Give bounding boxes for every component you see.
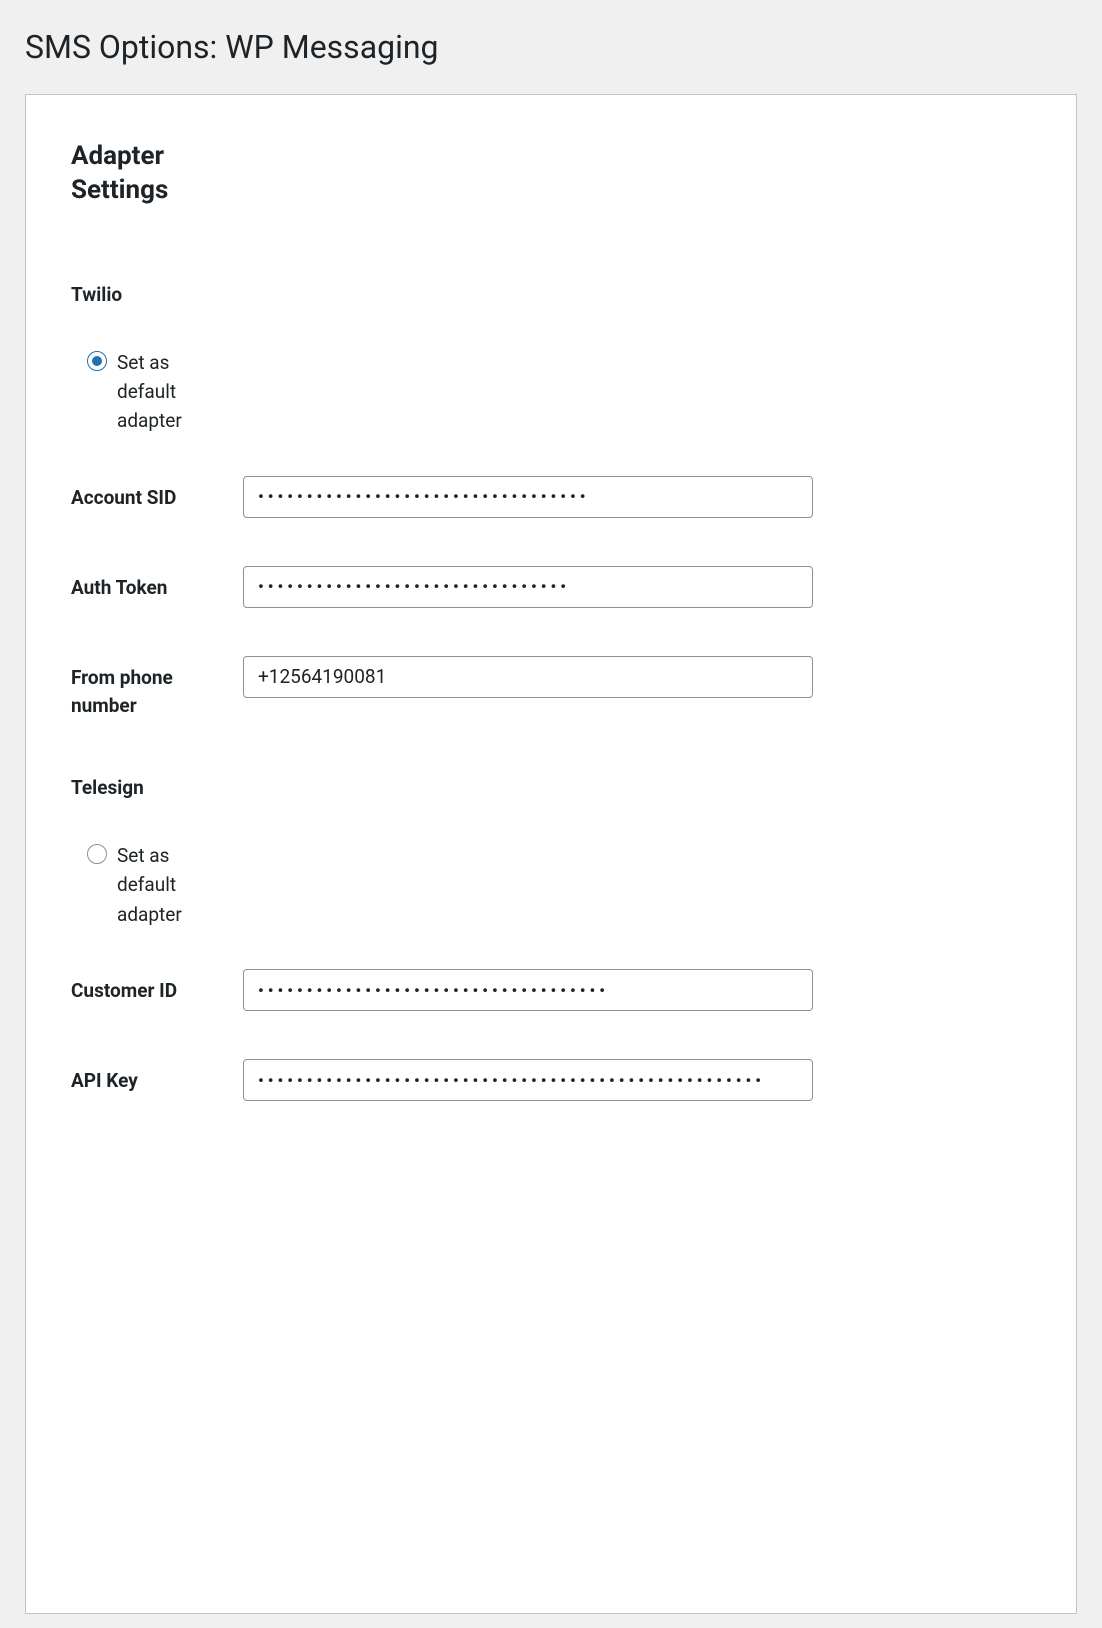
telesign-default-label[interactable]: Set as default adapter	[117, 841, 227, 929]
twilio-from-phone-wrap	[243, 656, 813, 698]
adapter-twilio: Twilio Set as default adapter Account SI…	[71, 283, 1031, 721]
twilio-from-phone-label: From phone number	[71, 656, 243, 721]
twilio-account-sid-wrap	[243, 476, 813, 518]
twilio-auth-token-row: Auth Token	[71, 566, 1031, 608]
twilio-auth-token-wrap	[243, 566, 813, 608]
page-title: SMS Options: WP Messaging	[25, 20, 1077, 66]
telesign-customer-id-row: Customer ID	[71, 969, 1031, 1011]
telesign-customer-id-wrap	[243, 969, 813, 1011]
adapter-telesign: Telesign Set as default adapter Customer…	[71, 776, 1031, 1101]
telesign-api-key-input[interactable]	[243, 1059, 813, 1101]
telesign-customer-id-input[interactable]	[243, 969, 813, 1011]
telesign-default-row: Set as default adapter	[87, 841, 227, 929]
telesign-default-radio[interactable]	[87, 844, 107, 864]
twilio-account-sid-row: Account SID	[71, 476, 1031, 518]
twilio-account-sid-label: Account SID	[71, 476, 243, 513]
twilio-default-row: Set as default adapter	[87, 348, 227, 436]
telesign-api-key-row: API Key	[71, 1059, 1031, 1101]
adapter-twilio-name: Twilio	[71, 283, 1031, 306]
twilio-from-phone-input[interactable]	[243, 656, 813, 698]
telesign-api-key-label: API Key	[71, 1059, 243, 1096]
twilio-account-sid-input[interactable]	[243, 476, 813, 518]
adapter-telesign-name: Telesign	[71, 776, 1031, 799]
page-wrapper: SMS Options: WP Messaging Adapter Settin…	[0, 0, 1102, 1614]
settings-panel: Adapter Settings Twilio Set as default a…	[25, 94, 1077, 1614]
telesign-customer-id-label: Customer ID	[71, 969, 243, 1006]
twilio-from-phone-row: From phone number	[71, 656, 1031, 721]
telesign-api-key-wrap	[243, 1059, 813, 1101]
twilio-default-radio[interactable]	[87, 351, 107, 371]
twilio-auth-token-label: Auth Token	[71, 566, 243, 603]
twilio-auth-token-input[interactable]	[243, 566, 813, 608]
twilio-default-label[interactable]: Set as default adapter	[117, 348, 227, 436]
section-heading: Adapter Settings	[71, 140, 241, 208]
